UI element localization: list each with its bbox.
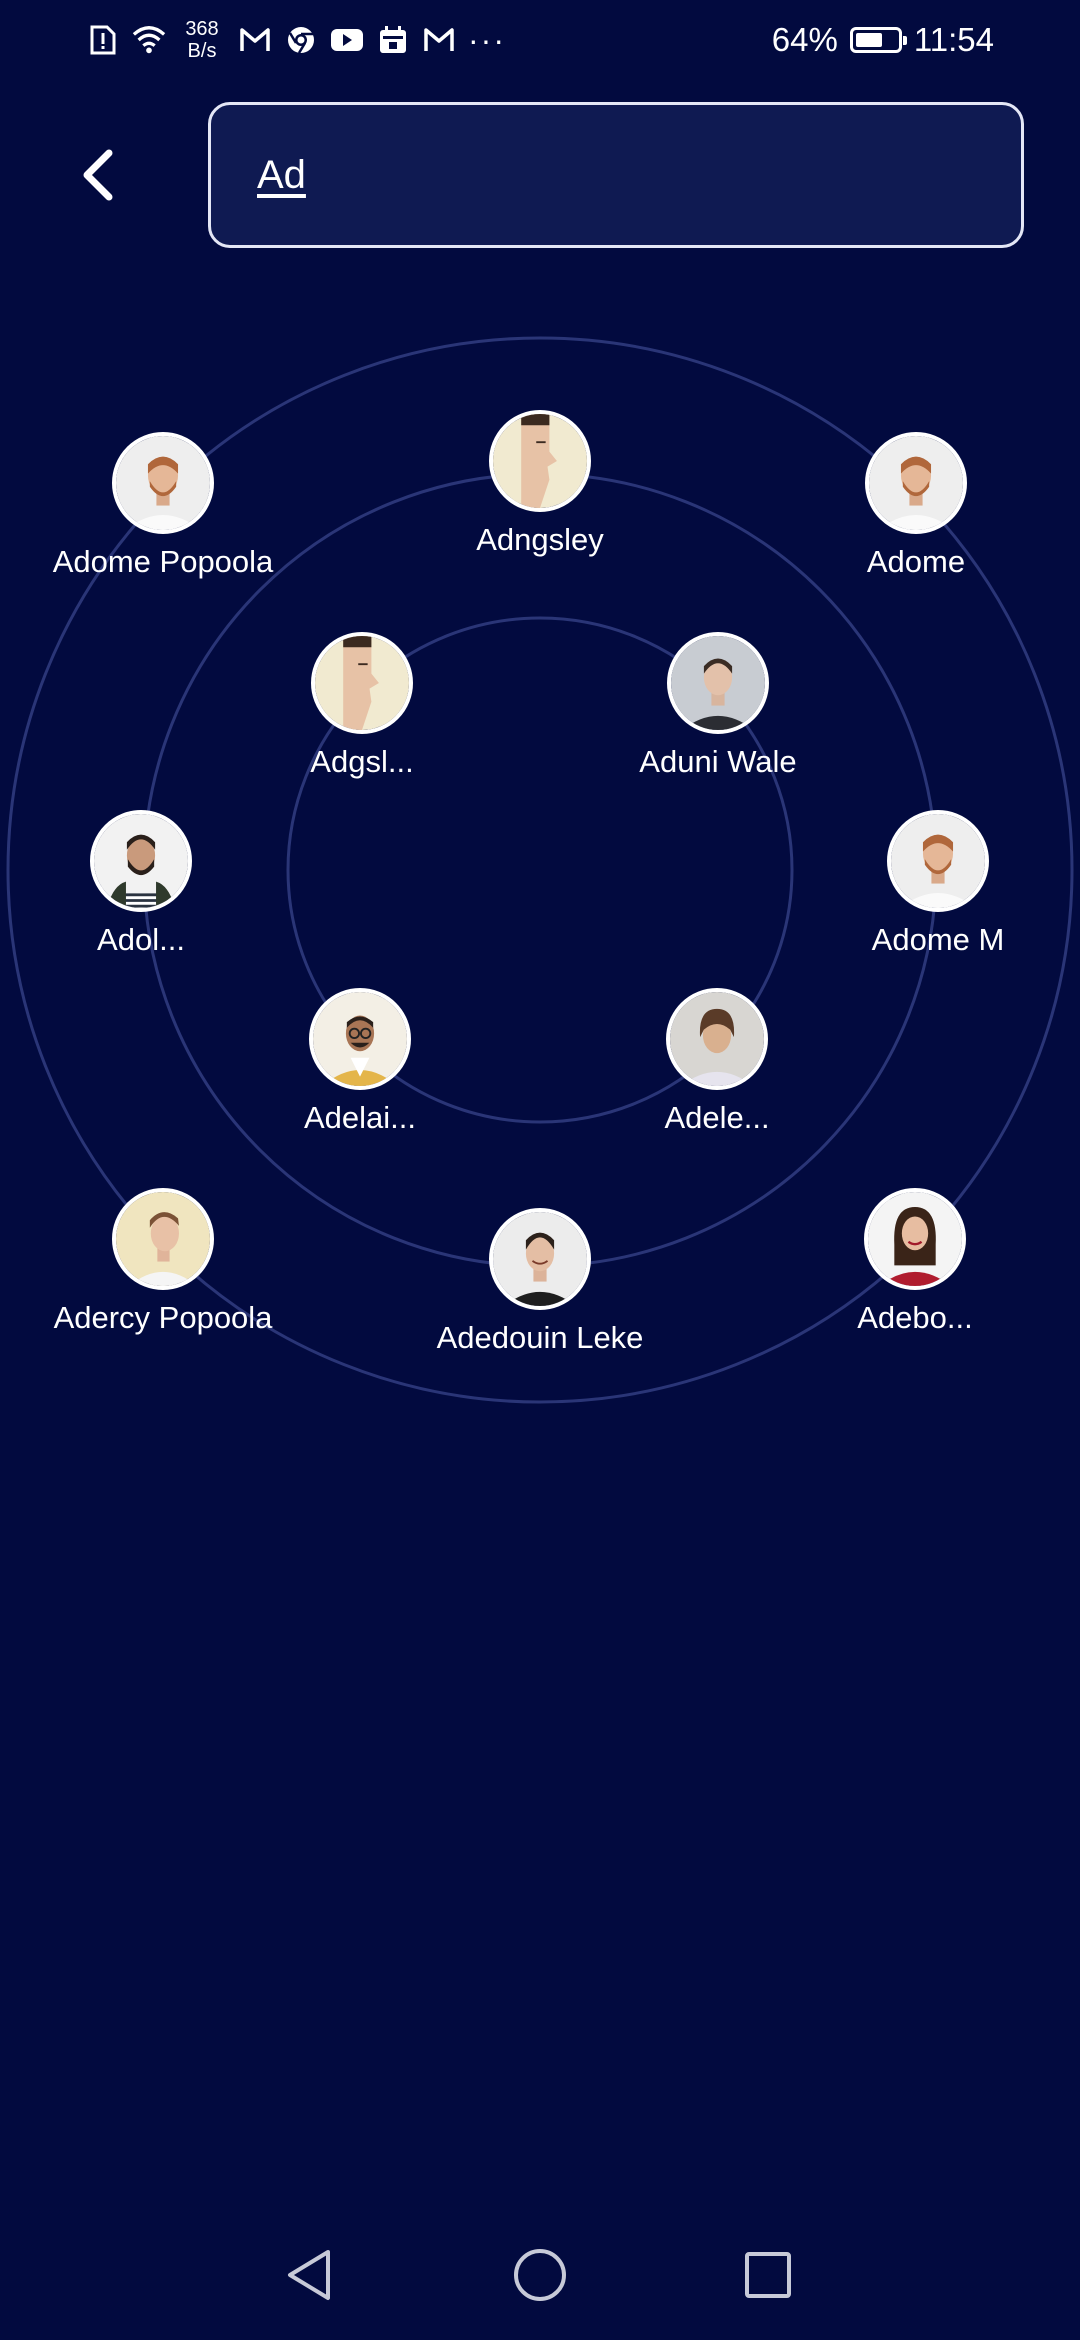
youtube-icon: [330, 23, 364, 57]
contact-item[interactable]: Adome: [786, 432, 1046, 580]
search-input[interactable]: [255, 151, 959, 199]
contact-item[interactable]: Adedouin Leke: [410, 1208, 670, 1356]
contact-name: Adedouin Leke: [436, 1320, 644, 1355]
contact-name: Adercy Popoola: [53, 1300, 273, 1335]
contact-item[interactable]: Aduni Wale: [588, 632, 848, 780]
clock: 11:54: [913, 21, 994, 58]
status-bar-left: 368 B/s ···: [86, 18, 506, 62]
avatar: [864, 1188, 966, 1290]
network-speed: 368 B/s: [178, 18, 226, 62]
gmail-icon: [422, 23, 456, 57]
status-bar-right: 64% 11:54: [772, 16, 994, 64]
wifi-icon: [132, 23, 166, 57]
avatar: [666, 988, 768, 1090]
contact-item[interactable]: Adelai...: [230, 988, 490, 1136]
contact-radar: Adngsley Adome Popoola Adome Adgsl... Aduni …: [0, 330, 1080, 1410]
battery-icon: [849, 27, 907, 53]
contact-name: Adngsley: [476, 522, 604, 557]
chevron-left-icon: [83, 149, 113, 201]
nav-home-button[interactable]: [505, 2240, 575, 2310]
triangle-back-icon: [288, 2250, 330, 2300]
contact-name: Adome M: [871, 922, 1005, 957]
gmail-icon: [238, 23, 272, 57]
contact-name: Adele...: [664, 1100, 770, 1135]
contact-item[interactable]: Adome Popoola: [33, 432, 293, 580]
avatar: [311, 632, 413, 734]
status-bar: 368 B/s ··· 64% 11:54: [0, 0, 1080, 80]
battery-percent: 64%: [771, 21, 838, 58]
contact-name: Adome Popoola: [52, 544, 274, 579]
contact-item[interactable]: Adome M: [808, 810, 1068, 958]
contact-item[interactable]: Adol...: [11, 810, 271, 958]
contact-name: Aduni Wale: [639, 744, 797, 779]
avatar: [112, 432, 214, 534]
nav-back-button[interactable]: [274, 2240, 344, 2310]
contact-item[interactable]: Adngsley: [410, 410, 670, 558]
overflow-notifications: ···: [468, 22, 506, 58]
contact-name: Adgsl...: [310, 744, 414, 779]
avatar: [667, 632, 769, 734]
battery-fill: [855, 33, 882, 47]
avatar: [887, 810, 989, 912]
avatar: [489, 1208, 591, 1310]
navigation-bar: [0, 2220, 1080, 2340]
avatar: [489, 410, 591, 512]
contact-name: Adol...: [97, 922, 185, 957]
network-speed-value: 368: [185, 18, 219, 40]
avatar: [865, 432, 967, 534]
contact-item[interactable]: Adgsl...: [232, 632, 492, 780]
avatar: [112, 1188, 214, 1290]
contact-item[interactable]: Adele...: [587, 988, 847, 1136]
contact-item[interactable]: Adercy Popoola: [33, 1188, 293, 1336]
chrome-icon: [284, 23, 318, 57]
alert-sim-icon: [86, 23, 120, 57]
back-button[interactable]: [62, 140, 132, 210]
search-box[interactable]: [208, 102, 1024, 248]
avatar: [90, 810, 192, 912]
network-speed-unit: B/s: [187, 40, 217, 62]
contact-name: Adome: [866, 544, 966, 579]
square-recents-icon: [745, 2252, 791, 2298]
contact-item[interactable]: Adebo...: [785, 1188, 1045, 1336]
contact-name: Adebo...: [857, 1300, 973, 1335]
circle-home-icon: [514, 2249, 566, 2301]
calendar-icon: [376, 23, 410, 57]
contact-name: Adelai...: [303, 1100, 416, 1135]
avatar: [309, 988, 411, 1090]
nav-recents-button[interactable]: [733, 2240, 803, 2310]
